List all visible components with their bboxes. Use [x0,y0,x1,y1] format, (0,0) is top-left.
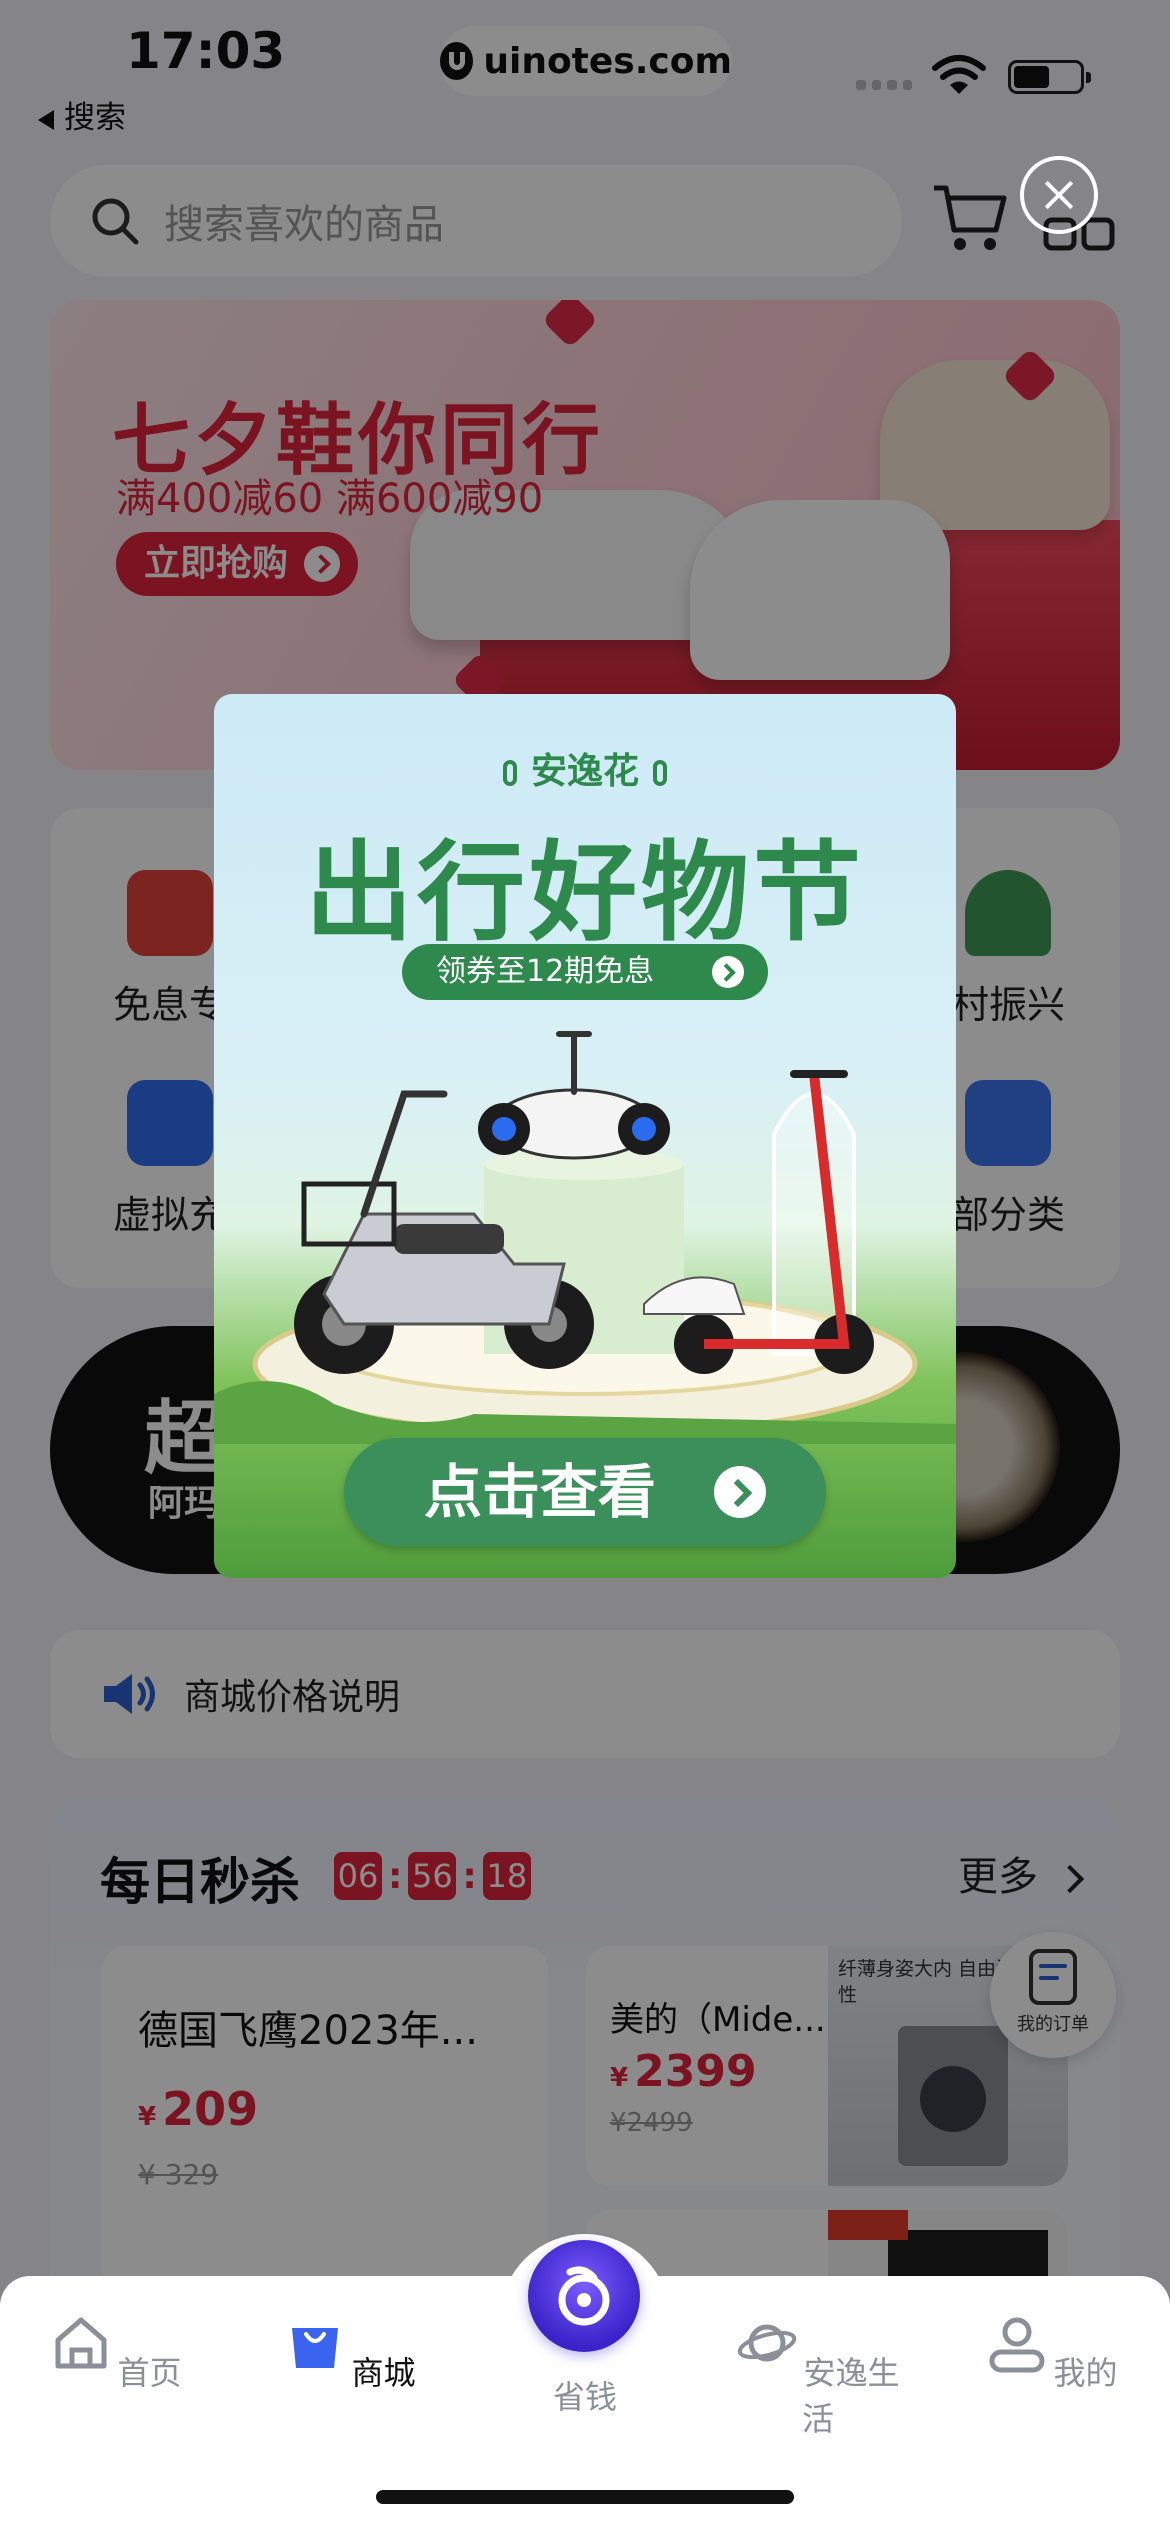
save-money-icon [558,2266,610,2326]
tab-label: 商城 [351,2354,416,2392]
tab-home[interactable]: 首页 [26,2312,206,2394]
coupon-pill-label: 领券至12期免息 [436,954,655,989]
leaf-icon [502,760,517,786]
chevron-right-icon [714,1466,766,1518]
tab-life[interactable]: 安逸生活 [728,2312,908,2440]
tab-label: 安逸生活 [801,2354,900,2438]
scooter-scene-image [214,1031,956,1444]
tab-save-money[interactable]: 省钱 [495,2372,675,2418]
home-indicator [376,2490,794,2504]
popup-brand-text: 安逸花 [530,751,639,792]
tab-mall[interactable]: 商城 [260,2312,440,2394]
tab-label: 首页 [117,2354,182,2392]
profile-icon [989,2317,1045,2373]
view-details-button[interactable]: 点击查看 [344,1438,826,1546]
leaf-icon [653,760,667,786]
chevron-right-icon [712,956,744,988]
save-money-center-button[interactable] [528,2240,640,2352]
shopping-bag-icon [292,2328,339,2368]
popup-close-button[interactable] [1020,156,1098,234]
view-details-label: 点击查看 [424,1458,657,1526]
popup-headline: 出行好物节 [304,831,865,956]
promo-popup[interactable]: 安逸花 出行好物节 领券至12期免息 点击查看 [214,694,956,1578]
coupon-pill-button[interactable]: 领券至12期免息 [402,944,768,1000]
home-icon [55,2317,107,2369]
tab-label: 我的 [1053,2354,1118,2392]
planet-icon [738,2324,797,2362]
tab-mine[interactable]: 我的 [962,2312,1142,2394]
popup-brand: 安逸花 [214,742,956,794]
tab-label: 省钱 [552,2378,617,2416]
